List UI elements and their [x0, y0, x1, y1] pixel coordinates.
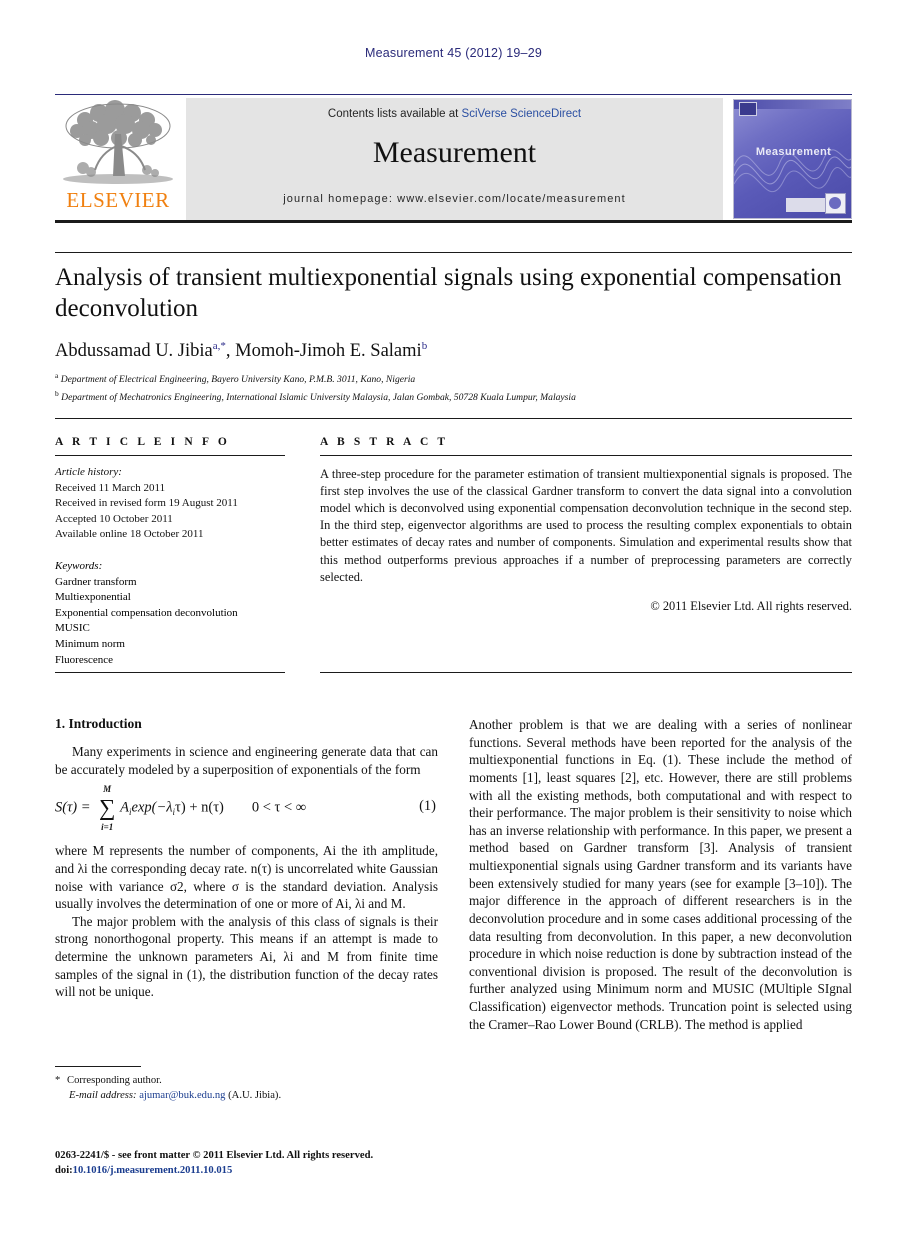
masthead-bottom-rule — [55, 220, 852, 223]
affiliation-list: a Department of Electrical Engineering, … — [55, 370, 852, 405]
keywords-label: Keywords: — [55, 560, 103, 573]
keyword-item: Gardner transform — [55, 575, 137, 588]
equation-term-tail: τ) + n(τ) — [175, 799, 224, 816]
sum-upper-limit: M — [103, 784, 112, 795]
footnote-rule — [55, 1066, 141, 1067]
article-info-heading: A R T I C L E I N F O — [55, 436, 230, 448]
journal-title: Measurement — [372, 136, 537, 169]
elsevier-tree-icon — [55, 100, 181, 188]
elsevier-wordmark: ELSEVIER — [66, 188, 170, 212]
author-marks: b — [421, 340, 428, 352]
title-bottom-rule — [55, 418, 852, 419]
sum-lower-limit: i=1 — [101, 822, 114, 833]
affiliation-item: a Department of Electrical Engineering, … — [55, 370, 852, 388]
affiliation-text: Department of Mechatronics Engineering, … — [61, 391, 576, 403]
imprint-line: 0263-2241/$ - see front matter © 2011 El… — [55, 1150, 374, 1161]
equation-expression: S(τ) = M ∑ i=1 Aiexp(−λiτ) + n(τ) 0 < τ <… — [55, 784, 307, 832]
title-block: Analysis of transient multiexponential s… — [55, 262, 852, 405]
keyword-item: Exponential compensation deconvolution — [55, 606, 238, 619]
cover-badge-icon — [739, 102, 757, 116]
abstract-rule — [320, 455, 852, 456]
equation-condition: 0 < τ < ∞ — [251, 799, 307, 816]
journal-masthead: ELSEVIER Contents lists available at Sci… — [55, 94, 852, 223]
history-item: Available online 18 October 2011 — [55, 528, 204, 541]
paragraph: where M represents the number of compone… — [55, 843, 438, 912]
cover-globe-icon — [825, 193, 846, 214]
author-separator: , — [225, 341, 236, 362]
author-name: Momoh-Jimoh E. Salami — [235, 341, 422, 362]
contents-available-line: Contents lists available at SciVerse Sci… — [186, 108, 723, 120]
equation-lhs: S(τ) = — [55, 799, 91, 816]
email-owner: (A.U. Jibia). — [228, 1090, 282, 1102]
equation-number: (1) — [419, 798, 436, 815]
history-item: Received 11 March 2011 — [55, 481, 166, 494]
author-list: Abdussamad U. Jibiaa,*, Momoh-Jimoh E. S… — [55, 340, 852, 362]
keyword-item: Multiexponential — [55, 591, 131, 604]
affiliation-text: Department of Electrical Engineering, Ba… — [60, 374, 416, 386]
elsevier-logo: ELSEVIER — [55, 100, 181, 218]
abstract-text: A three-step procedure for the parameter… — [320, 467, 852, 584]
doi-link[interactable]: 10.1016/j.measurement.2011.10.015 — [73, 1165, 233, 1176]
section-heading-introduction: 1. Introduction — [55, 716, 142, 731]
paragraph: Another problem is that we are dealing w… — [469, 717, 852, 1032]
abstract-heading: A B S T R A C T — [320, 436, 449, 448]
masthead-top-rule — [55, 94, 852, 95]
affiliation-mark: a — [55, 371, 59, 381]
doi-label: doi: — [55, 1165, 73, 1177]
corresponding-author-note: * Corresponding author. — [55, 1073, 438, 1088]
corresponding-author-text: Corresponding author. — [67, 1075, 162, 1086]
journal-homepage-line[interactable]: journal homepage: www.elsevier.com/locat… — [186, 193, 723, 205]
body-right-column: Another problem is that we are dealing w… — [469, 716, 852, 1033]
equation-term-exp: exp(−λ — [131, 799, 173, 816]
abstract-column: A B S T R A C T A three-step procedure f… — [320, 436, 852, 614]
article-info-column: A R T I C L E I N F O Article history: R… — [55, 436, 285, 668]
affiliation-item: b Department of Mechatronics Engineering… — [55, 388, 852, 406]
title-top-rule — [55, 252, 852, 253]
equation-1: S(τ) = M ∑ i=1 Aiexp(−λiτ) + n(τ) 0 < τ <… — [55, 784, 438, 832]
footnote-block: * Corresponding author. E-mail address: a… — [55, 1066, 438, 1104]
article-history-block: Article history: Received 11 March 2011 … — [55, 465, 285, 543]
email-link[interactable]: ajumar@buk.edu.ng — [139, 1090, 225, 1101]
keyword-item: Minimum norm — [55, 638, 125, 651]
corresponding-author-marker: * — [55, 1075, 61, 1086]
cover-journal-title: Measurement — [755, 146, 832, 158]
paragraph: The major problem with the analysis of t… — [55, 913, 438, 1000]
article-history-label: Article history: — [55, 466, 122, 478]
abstract-copyright: © 2011 Elsevier Ltd. All rights reserved… — [650, 598, 852, 613]
email-label: E-mail address: — [69, 1090, 137, 1102]
journal-cover-thumbnail: Measurement — [733, 99, 852, 219]
running-head: Measurement 45 (2012) 19–29 — [364, 46, 543, 60]
abstract-bottom-rule — [320, 672, 852, 673]
page-title: Analysis of transient multiexponential s… — [55, 264, 842, 322]
imprint-block: 0263-2241/$ - see front matter © 2011 El… — [55, 1148, 455, 1179]
keyword-item: MUSIC — [55, 622, 90, 635]
body-left-column: 1. Introduction Many experiments in scie… — [55, 716, 438, 1001]
author-marks: a,* — [212, 340, 226, 352]
history-item: Received in revised form 19 August 2011 — [55, 497, 238, 510]
sciencedirect-link[interactable]: SciVerse ScienceDirect — [462, 108, 582, 120]
masthead-center-panel: Contents lists available at SciVerse Sci… — [186, 98, 723, 220]
article-info-rule — [55, 455, 285, 456]
paper-page: Measurement 45 (2012) 19–29 ELSEVIER Con… — [0, 0, 907, 1238]
summation-operator: M ∑ i=1 — [94, 784, 120, 832]
author-name: Abdussamad U. Jibia — [55, 341, 213, 362]
doi-line: doi:10.1016/j.measurement.2011.10.015 — [55, 1163, 455, 1178]
keywords-block: Keywords: Gardner transform Multiexponen… — [55, 559, 285, 668]
paragraph: Many experiments in science and engineer… — [55, 744, 438, 777]
equation-term-a: A — [120, 799, 129, 816]
sum-symbol: ∑ — [98, 795, 116, 821]
keyword-item: Fluorescence — [55, 653, 114, 666]
history-item: Accepted 10 October 2011 — [55, 512, 173, 525]
email-note: E-mail address: ajumar@buk.edu.ng (A.U. … — [55, 1088, 438, 1103]
affiliation-mark: b — [55, 388, 59, 398]
contents-prefix: Contents lists available at — [327, 108, 462, 120]
article-info-bottom-rule — [55, 672, 285, 673]
cover-footer-block — [786, 198, 826, 212]
